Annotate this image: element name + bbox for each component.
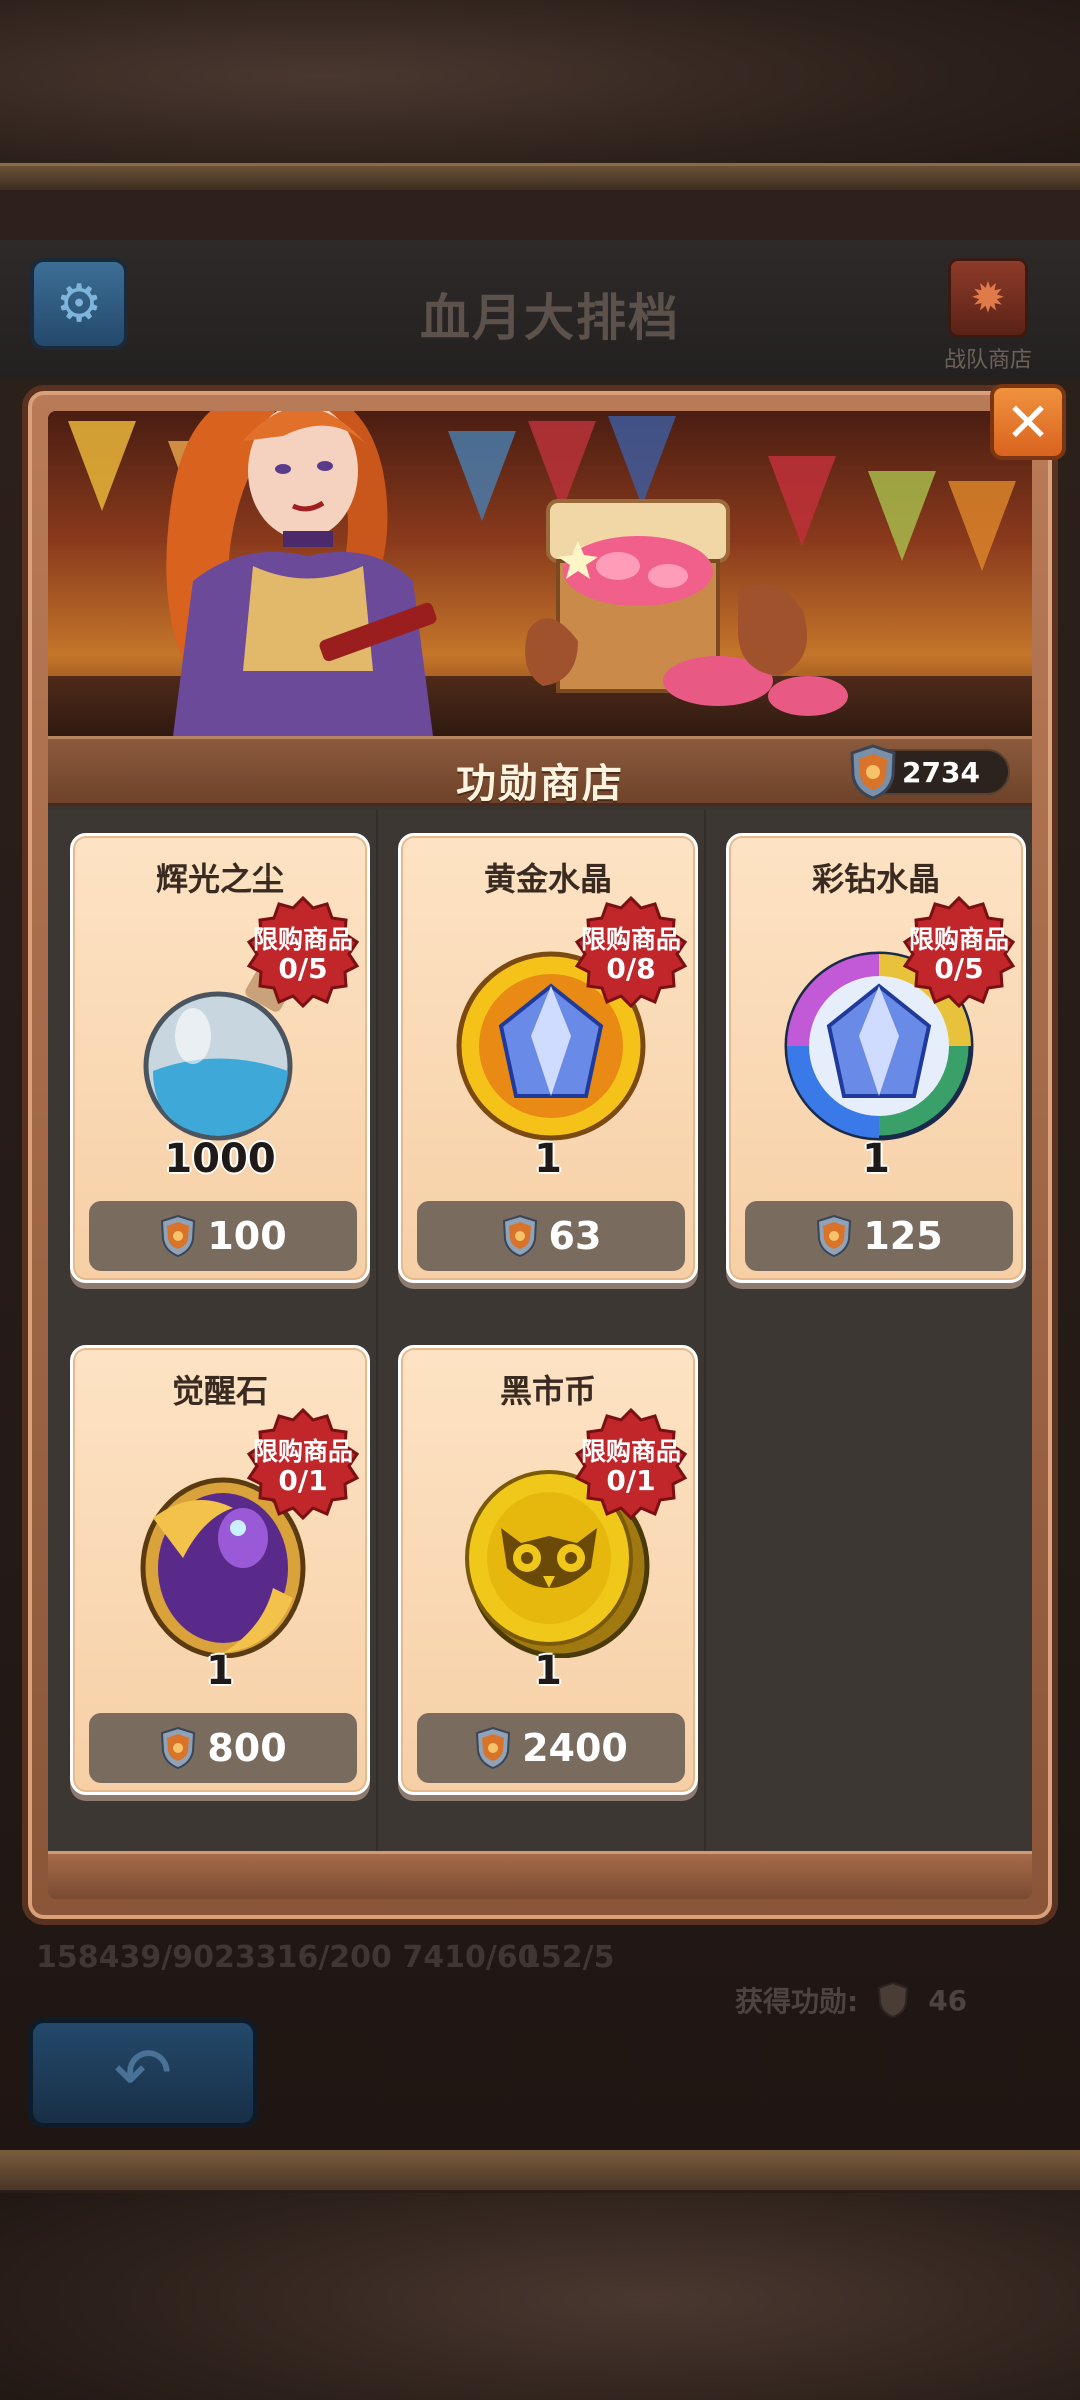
medal-shield-icon (502, 1214, 537, 1258)
buy-button[interactable]: 800 (89, 1713, 357, 1783)
shop-item-card-gold-crystal[interactable]: 黄金水晶 限购商品 0/8 1 63 (398, 833, 698, 1283)
medal-shield-icon (878, 1981, 909, 2019)
item-quantity: 1 (534, 1648, 562, 1694)
bunting-flag (68, 421, 136, 511)
medal-shield-icon (476, 1726, 511, 1770)
dialog-body: 功勋商店 2734 辉光之尘 限购商品 0/5 1000 100 黄金水晶 限购… (48, 411, 1032, 1899)
item-quantity: 1 (534, 1136, 562, 1182)
buy-button[interactable]: 63 (417, 1201, 685, 1271)
price-value: 125 (863, 1214, 943, 1258)
item-name: 彩钻水晶 (811, 860, 940, 898)
close-icon: ✕ (1005, 390, 1051, 454)
close-button[interactable]: ✕ (990, 384, 1066, 460)
item-name: 黑市币 (499, 1372, 596, 1410)
medal-shield-icon (161, 1214, 196, 1258)
earned-merit: 获得功勋: 46 (735, 1980, 967, 2020)
bunting-flag (948, 481, 1016, 571)
back-button[interactable]: ↶ (28, 2018, 258, 2128)
bottom-wood-decoration (0, 2150, 1080, 2400)
buy-button[interactable]: 2400 (417, 1713, 685, 1783)
gear-icon: ⚙ (55, 274, 103, 334)
bunting-flag (868, 471, 936, 561)
purchase-limit-badge: 限购商品 0/5 (247, 896, 359, 1008)
item-quantity: 1 (206, 1648, 234, 1694)
item-quantity: 1 (862, 1136, 890, 1182)
team-shop-button[interactable]: ✹ 战队商店 (928, 258, 1048, 373)
buy-button[interactable]: 100 (89, 1201, 357, 1271)
medal-shield-icon (817, 1214, 852, 1258)
merit-currency-value: 2734 (902, 755, 980, 789)
badge-label: 限购商品 (252, 925, 353, 954)
stats-text: 158439/9023316/200 7410/60 (36, 1940, 539, 1975)
shop-header-bar: 功勋商店 2734 (48, 736, 1032, 807)
buy-button[interactable]: 125 (745, 1201, 1013, 1271)
item-name: 觉醒石 (171, 1372, 268, 1410)
settings-button[interactable]: ⚙ (30, 258, 128, 350)
purchase-limit-badge: 限购商品 0/1 (575, 1408, 687, 1520)
back-arrow-icon: ↶ (113, 2032, 173, 2114)
purchase-limit-badge: 限购商品 0/8 (575, 896, 687, 1008)
top-wood-decoration (0, 0, 1080, 190)
team-shop-icon: ✹ (948, 258, 1028, 338)
shop-banner (48, 411, 1032, 736)
earned-label: 获得功勋: (735, 1985, 859, 2018)
badge-label: 限购商品 (908, 925, 1009, 954)
badge-limit: 0/1 (278, 1464, 328, 1497)
price-value: 2400 (522, 1726, 628, 1770)
page-title: 血月大排档 (420, 289, 680, 347)
badge-label: 限购商品 (252, 1437, 353, 1466)
shop-item-card-glow-dust[interactable]: 辉光之尘 限购商品 0/5 1000 100 (70, 833, 370, 1283)
item-quantity: 1000 (164, 1136, 276, 1182)
dialog-footer-strip (48, 1851, 1032, 1899)
team-shop-label: 战队商店 (943, 348, 1032, 373)
merit-currency-display: 2734 (850, 744, 1010, 800)
badge-limit: 0/5 (278, 952, 328, 985)
shop-item-card-black-market-coin[interactable]: 黑市币 限购商品 0/1 1 2400 (398, 1345, 698, 1795)
badge-limit: 0/8 (606, 952, 656, 985)
medal-shield-icon (161, 1726, 196, 1770)
shop-item-card-awakening-stone[interactable]: 觉醒石 限购商品 0/1 1 800 (70, 1345, 370, 1795)
medal-shield-icon (850, 744, 896, 800)
item-name: 辉光之尘 (155, 860, 284, 898)
merchant-character-illustration (166, 411, 437, 736)
badge-limit: 0/1 (606, 1464, 656, 1497)
earned-value: 46 (928, 1983, 968, 2017)
price-value: 800 (207, 1726, 287, 1770)
grid-divider (376, 809, 378, 1879)
purchase-limit-badge: 限购商品 0/1 (247, 1408, 359, 1520)
badge-limit: 0/5 (934, 952, 984, 985)
treasure-chest-illustration (525, 499, 848, 716)
badge-label: 限购商品 (580, 925, 681, 954)
shop-item-card-rainbow-crystal[interactable]: 彩钻水晶 限购商品 0/5 1 125 (726, 833, 1026, 1283)
game-screen: ⚙ 血月大排档 ✹ 战队商店 158439/9023316/200 7410/6… (0, 0, 1080, 2400)
item-name: 黄金水晶 (483, 860, 612, 898)
stats-text-secondary: 152/5 (520, 1940, 615, 1975)
price-value: 63 (548, 1214, 602, 1258)
badge-label: 限购商品 (580, 1437, 681, 1466)
price-value: 100 (207, 1214, 287, 1258)
purchase-limit-badge: 限购商品 0/5 (903, 896, 1015, 1008)
merit-shop-dialog: 功勋商店 2734 辉光之尘 限购商品 0/5 1000 100 黄金水晶 限购… (22, 385, 1058, 1925)
grid-divider (704, 809, 706, 1879)
